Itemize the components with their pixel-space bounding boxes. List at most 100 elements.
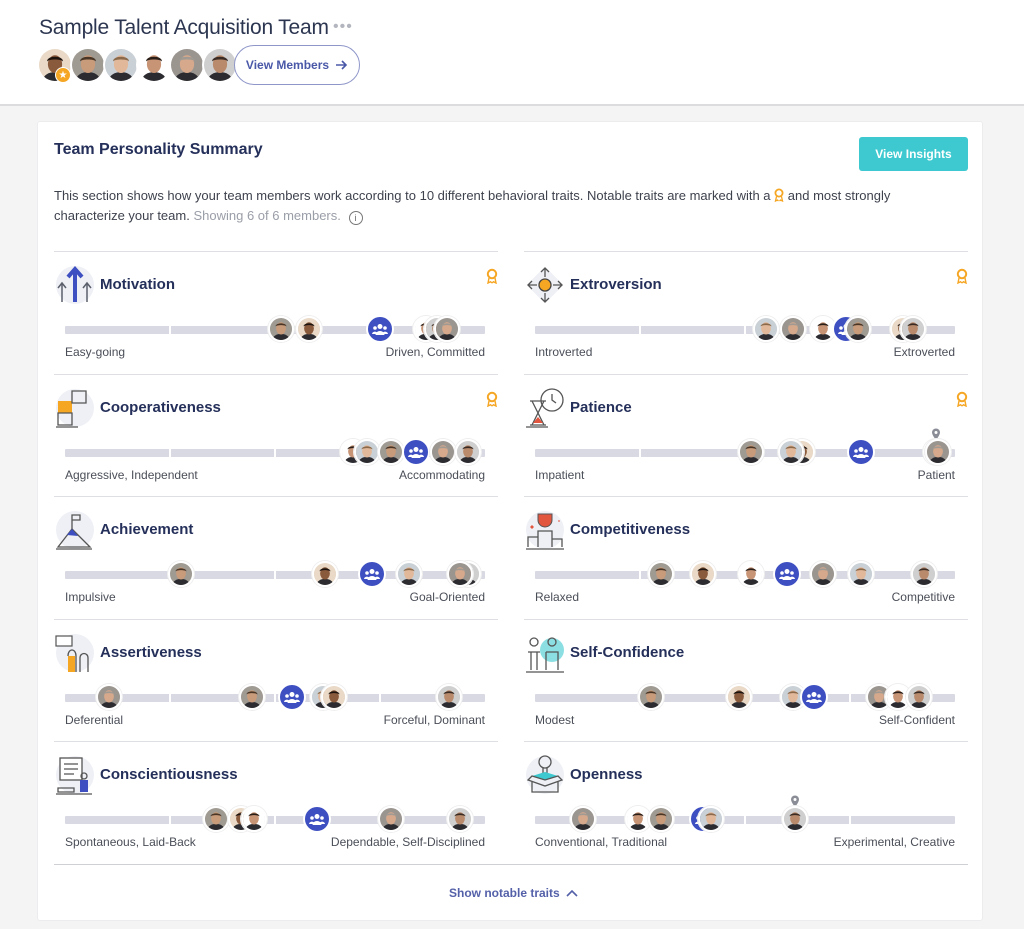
team-average-marker[interactable]: [366, 315, 394, 343]
member-marker[interactable]: [698, 806, 725, 833]
view-insights-button[interactable]: View Insights: [859, 137, 968, 171]
notable-medal-icon: [486, 268, 498, 285]
trait-name: Self-Confidence: [570, 643, 685, 661]
team-average-marker[interactable]: [401, 437, 430, 466]
member-marker[interactable]: [455, 438, 482, 465]
view-members-button[interactable]: View Members: [234, 45, 360, 85]
trait-scale-track: [535, 816, 955, 825]
member-marker[interactable]: [570, 806, 597, 833]
trait-name: Achievement: [100, 521, 194, 539]
member-marker[interactable]: [96, 683, 123, 710]
scale-label-left: Easy-going: [65, 345, 126, 359]
member-avatar[interactable]: [169, 47, 205, 83]
notable-medal-icon: [486, 391, 498, 407]
lightbulb-box-icon: [526, 755, 564, 795]
member-marker[interactable]: [782, 806, 809, 833]
member-avatar[interactable]: [202, 47, 238, 83]
member-marker[interactable]: [624, 806, 651, 833]
trait-name: Openness: [570, 766, 643, 784]
member-marker[interactable]: [648, 561, 674, 588]
view-members-label: View Members: [245, 58, 330, 72]
member-marker[interactable]: [847, 561, 874, 588]
scale-label-left: Conventional, Traditional: [535, 835, 668, 850]
member-marker[interactable]: [906, 683, 933, 710]
scale-label-right: Goal-Oriented: [409, 590, 485, 605]
member-marker[interactable]: [446, 561, 473, 588]
scale-label-right: Patient: [917, 467, 955, 482]
member-marker[interactable]: [430, 438, 456, 465]
team-average-marker[interactable]: [357, 560, 386, 589]
trait-name: Competitiveness: [570, 521, 691, 539]
info-icon[interactable]: i: [348, 211, 363, 225]
member-marker[interactable]: [725, 683, 752, 710]
member-marker[interactable]: [203, 806, 230, 833]
scale-label-right: Forceful, Dominant: [383, 712, 485, 727]
team-average-marker[interactable]: [303, 805, 331, 834]
member-marker[interactable]: [312, 561, 339, 588]
scale-label-left: Aggressive, Independent: [65, 467, 198, 482]
member-avatar[interactable]: [136, 47, 172, 83]
member-marker[interactable]: [809, 561, 836, 588]
member-marker[interactable]: [637, 683, 664, 710]
scale-label-left: Impulsive: [65, 590, 116, 605]
medal-icon: [774, 188, 784, 202]
member-marker[interactable]: [690, 561, 716, 588]
member-marker[interactable]: [295, 316, 322, 342]
member-marker[interactable]: [648, 806, 674, 833]
member-marker[interactable]: [167, 561, 194, 588]
member-marker[interactable]: [354, 438, 381, 465]
notable-medal-icon: [956, 268, 968, 285]
trait-extroversion: Extroversion Introverted Extroverted: [524, 251, 968, 374]
show-notable-traits-button[interactable]: Show notable traits: [449, 886, 578, 900]
trait-openness: Openness Conventional, Traditional Experim…: [524, 741, 968, 864]
member-marker[interactable]: [434, 316, 461, 342]
puzzle-icon: [56, 388, 94, 428]
scale-label-right: Driven, Committed: [385, 345, 485, 359]
scale-label-left: Introverted: [535, 345, 593, 359]
member-marker[interactable]: [753, 316, 779, 342]
scale-label-right: Experimental, Creative: [833, 835, 955, 850]
member-avatar[interactable]: [70, 47, 106, 83]
member-marker[interactable]: [845, 316, 872, 342]
member-marker[interactable]: [925, 438, 952, 465]
trophy-podium-icon: [526, 511, 564, 550]
team-lead-star-icon: ★: [55, 67, 71, 83]
location-pin-icon: [931, 427, 941, 440]
member-marker[interactable]: [780, 316, 807, 342]
member-marker[interactable]: [436, 683, 463, 710]
member-marker[interactable]: [377, 806, 404, 833]
team-icon: [407, 446, 424, 458]
trait-name: Motivation: [100, 276, 175, 293]
member-marker[interactable]: [241, 806, 267, 833]
member-marker[interactable]: [396, 561, 423, 588]
trait-self-confidence: Self-Confidence Modest Self-Confident: [524, 618, 968, 742]
team-icon: [372, 323, 388, 335]
arrow-right-icon: [336, 60, 348, 70]
member-marker[interactable]: [446, 806, 473, 833]
trait-scale-track: [65, 571, 485, 580]
member-marker[interactable]: [900, 316, 926, 342]
member-marker[interactable]: [778, 438, 805, 465]
member-avatar[interactable]: [103, 47, 139, 83]
member-marker[interactable]: [910, 561, 937, 588]
member-marker[interactable]: [738, 438, 765, 465]
more-dots-icon[interactable]: •••: [333, 18, 353, 36]
team-average-marker[interactable]: [277, 682, 306, 711]
team-icon: [852, 446, 869, 458]
trait-name: Patience: [570, 398, 632, 416]
member-marker[interactable]: [238, 683, 265, 710]
team-average-marker[interactable]: [800, 682, 829, 711]
divider: [54, 864, 968, 865]
mountain-flag-icon: [56, 511, 94, 550]
checklist-person-icon: [56, 756, 94, 796]
trait-scale-track: [65, 693, 485, 702]
member-marker[interactable]: [377, 438, 404, 465]
team-icon: [806, 691, 823, 703]
member-marker[interactable]: [320, 683, 347, 710]
member-marker[interactable]: [268, 316, 295, 342]
team-average-marker[interactable]: [846, 437, 875, 466]
team-average-marker[interactable]: [773, 560, 801, 589]
chevron-up-icon: [566, 889, 578, 897]
confident-person-icon: [526, 637, 564, 673]
member-marker[interactable]: [738, 561, 765, 588]
